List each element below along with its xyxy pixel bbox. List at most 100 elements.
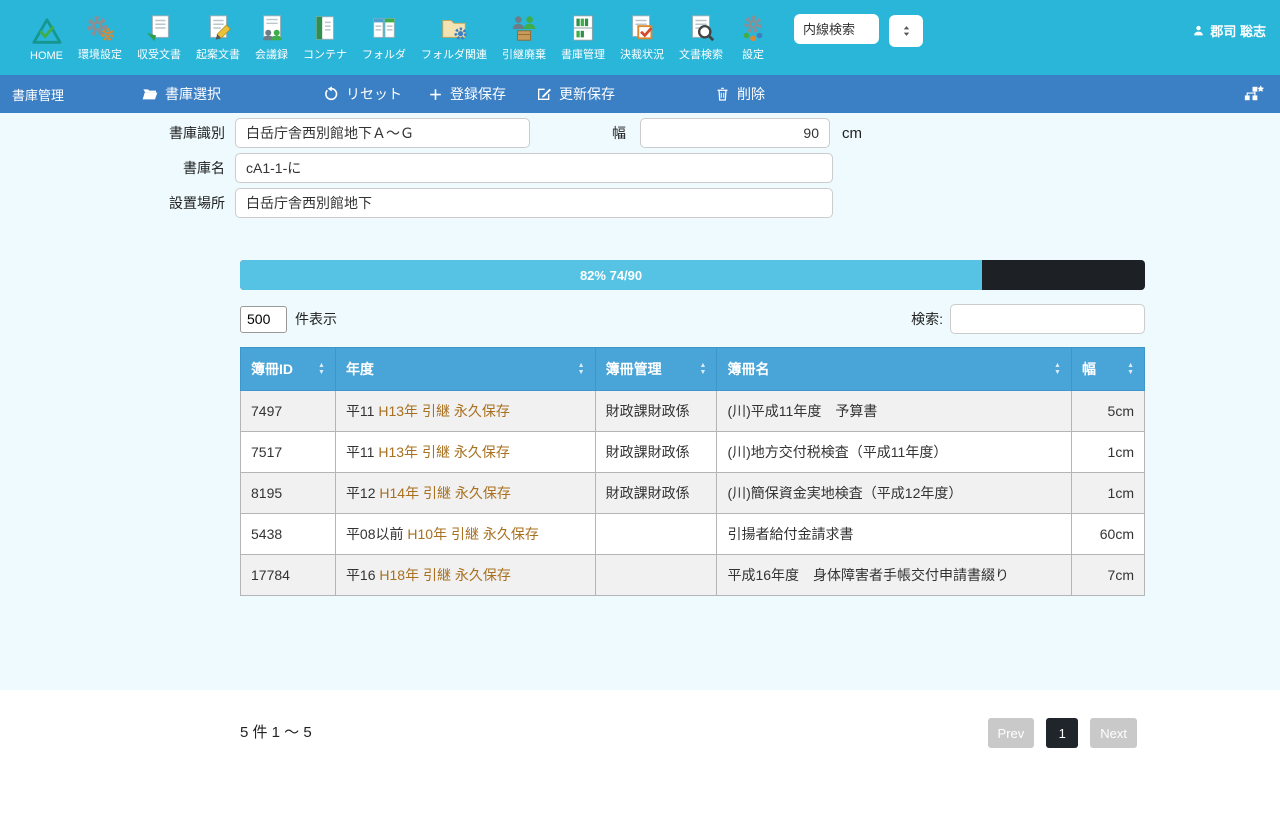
folder-open-icon — [142, 86, 158, 102]
document-search-icon — [686, 13, 716, 43]
year-note: H10年 引継 永久保存 — [407, 526, 538, 542]
cell-year: 平11 H13年 引継 永久保存 — [335, 432, 595, 473]
user-name: 郡司 聡志 — [1210, 21, 1266, 40]
table-row[interactable]: 7517 平11 H13年 引継 永久保存 財政課財政係 (川)地方交付税検査（… — [241, 432, 1145, 473]
nav-label: 文書検索 — [679, 46, 723, 62]
table-search-input[interactable] — [950, 304, 1145, 334]
width-input[interactable] — [640, 118, 830, 148]
archive-identifier-input[interactable] — [235, 118, 530, 148]
width-label: 幅 — [530, 123, 640, 143]
nav-item-env-settings[interactable]: 環境設定 — [78, 13, 122, 62]
page-1-button[interactable]: 1 — [1046, 718, 1078, 748]
next-page-button[interactable]: Next — [1090, 718, 1137, 748]
org-star-icon[interactable] — [1241, 81, 1266, 111]
col-header-book-mgmt[interactable]: 簿冊管理▲▼ — [595, 348, 717, 391]
register-save-button[interactable]: 登録保存 — [428, 84, 506, 104]
nav-items: HOME 環境設定 収受文書 起案文書 会議録 コンテナ フォルダ — [30, 13, 768, 62]
cell-width: 1cm — [1071, 432, 1144, 473]
form-row-identifier: 書庫識別 幅 cm — [0, 118, 1280, 148]
footer: 5 件 1 ～ 5 Prev 1 Next — [0, 690, 1280, 821]
cell-year: 平08以前 H10年 引継 永久保存 — [335, 514, 595, 555]
nav-item-folder[interactable]: フォルダ — [362, 13, 406, 62]
plus-icon — [428, 87, 443, 102]
archive-name-input[interactable] — [235, 153, 833, 183]
books-table: 簿冊ID▲▼ 年度▲▼ 簿冊管理▲▼ 簿冊名▲▼ 幅▲▼ 7497 平11 H1… — [240, 347, 1145, 596]
container-icon — [310, 13, 340, 43]
nav-item-received-docs[interactable]: 収受文書 — [137, 13, 181, 62]
width-unit: cm — [842, 125, 862, 142]
cell-width: 60cm — [1071, 514, 1144, 555]
nav-label: 環境設定 — [78, 46, 122, 62]
nav-item-home[interactable]: HOME — [30, 17, 63, 62]
cell-dept: 財政課財政係 — [595, 473, 717, 514]
nav-item-meeting-notes[interactable]: 会議録 — [255, 13, 288, 62]
sort-icon: ▲▼ — [700, 362, 707, 377]
cell-book-id: 17784 — [241, 555, 336, 596]
nav-label: HOME — [30, 50, 63, 62]
archive-name-label: 書庫名 — [0, 158, 235, 178]
cell-book-name: 平成16年度 身体障害者手帳交付申請書綴り — [717, 555, 1072, 596]
year-note: H18年 引継 永久保存 — [379, 567, 510, 583]
nav-label: 決裁状況 — [620, 46, 664, 62]
user-menu[interactable]: 郡司 聡志 — [1192, 21, 1266, 54]
table-row[interactable]: 5438 平08以前 H10年 引継 永久保存 引揚者給付金請求書 60cm — [241, 514, 1145, 555]
col-header-book-name[interactable]: 簿冊名▲▼ — [717, 348, 1072, 391]
cell-year: 平16 H18年 引継 永久保存 — [335, 555, 595, 596]
form-row-location: 設置場所 — [0, 188, 1280, 218]
year-note: H13年 引継 永久保存 — [378, 403, 509, 419]
sort-icon: ▲▼ — [1127, 362, 1134, 377]
nav-item-document-search[interactable]: 文書検索 — [679, 13, 723, 62]
table-row[interactable]: 17784 平16 H18年 引継 永久保存 平成16年度 身体障害者手帳交付申… — [241, 555, 1145, 596]
col-header-year[interactable]: 年度▲▼ — [335, 348, 595, 391]
page-title: 書庫管理 — [12, 85, 64, 104]
nav-item-settings[interactable]: 設定 — [738, 13, 768, 62]
location-label: 設置場所 — [0, 193, 235, 213]
capacity-label: 82% 74/90 — [580, 268, 642, 283]
sort-icon: ▲▼ — [1054, 362, 1061, 377]
form-row-archive-name: 書庫名 — [0, 153, 1280, 183]
approval-status-icon — [627, 13, 657, 43]
year-note: H13年 引継 永久保存 — [378, 444, 509, 460]
trash-icon — [715, 86, 730, 102]
nav-item-container[interactable]: コンテナ — [303, 13, 347, 62]
topbar-search-area — [794, 14, 923, 61]
cell-book-name: 引揚者給付金請求書 — [717, 514, 1072, 555]
table-row[interactable]: 8195 平12 H14年 引継 永久保存 財政課財政係 (川)簡保資金実地検査… — [241, 473, 1145, 514]
home-logo-icon — [32, 17, 62, 47]
action-toolbar: 書庫管理 書庫選択 リセット 登録保存 更新保存 削除 — [0, 75, 1280, 113]
prev-page-button[interactable]: Prev — [988, 718, 1035, 748]
nav-item-archive-management[interactable]: 書庫管理 — [561, 13, 605, 62]
location-input[interactable] — [235, 188, 833, 218]
up-down-arrows-icon — [900, 23, 913, 39]
cell-year: 平11 H13年 引継 永久保存 — [335, 391, 595, 432]
nav-label: 引継廃棄 — [502, 46, 546, 62]
result-summary: 5 件 1 ～ 5 — [240, 718, 312, 748]
nav-item-draft-docs[interactable]: 起案文書 — [196, 13, 240, 62]
cell-width: 5cm — [1071, 391, 1144, 432]
nav-item-handover-disposal[interactable]: 引継廃棄 — [502, 13, 546, 62]
cell-dept: 財政課財政係 — [595, 432, 717, 473]
main-content: 書庫識別 幅 cm 書庫名 設置場所 82% 74/90 件表示 検索: 簿冊I… — [0, 113, 1280, 690]
reset-button[interactable]: リセット — [323, 84, 402, 104]
delete-button[interactable]: 削除 — [715, 84, 765, 104]
update-save-button[interactable]: 更新保存 — [536, 84, 615, 104]
capacity-progress-bar: 82% 74/90 — [240, 260, 1145, 290]
nav-item-folder-related[interactable]: フォルダ関連 — [421, 13, 487, 62]
cell-book-name: (川)地方交付税検査（平成11年度） — [717, 432, 1072, 473]
cell-book-name: (川)平成11年度 予算書 — [717, 391, 1072, 432]
edit-icon — [536, 86, 552, 102]
extension-search-input[interactable] — [794, 14, 879, 44]
cell-book-id: 8195 — [241, 473, 336, 514]
sort-icon: ▲▼ — [318, 362, 325, 377]
col-header-book-id[interactable]: 簿冊ID▲▼ — [241, 348, 336, 391]
nav-label: 起案文書 — [196, 46, 240, 62]
per-page-input[interactable] — [240, 306, 287, 333]
reset-icon — [323, 86, 339, 102]
col-header-width[interactable]: 幅▲▼ — [1071, 348, 1144, 391]
nav-item-approval-status[interactable]: 決裁状況 — [620, 13, 664, 62]
table-row[interactable]: 7497 平11 H13年 引継 永久保存 財政課財政係 (川)平成11年度 予… — [241, 391, 1145, 432]
cell-width: 1cm — [1071, 473, 1144, 514]
select-archive-button[interactable]: 書庫選択 — [142, 84, 221, 104]
archive-identifier-label: 書庫識別 — [0, 123, 235, 143]
search-scope-select[interactable] — [889, 15, 923, 47]
